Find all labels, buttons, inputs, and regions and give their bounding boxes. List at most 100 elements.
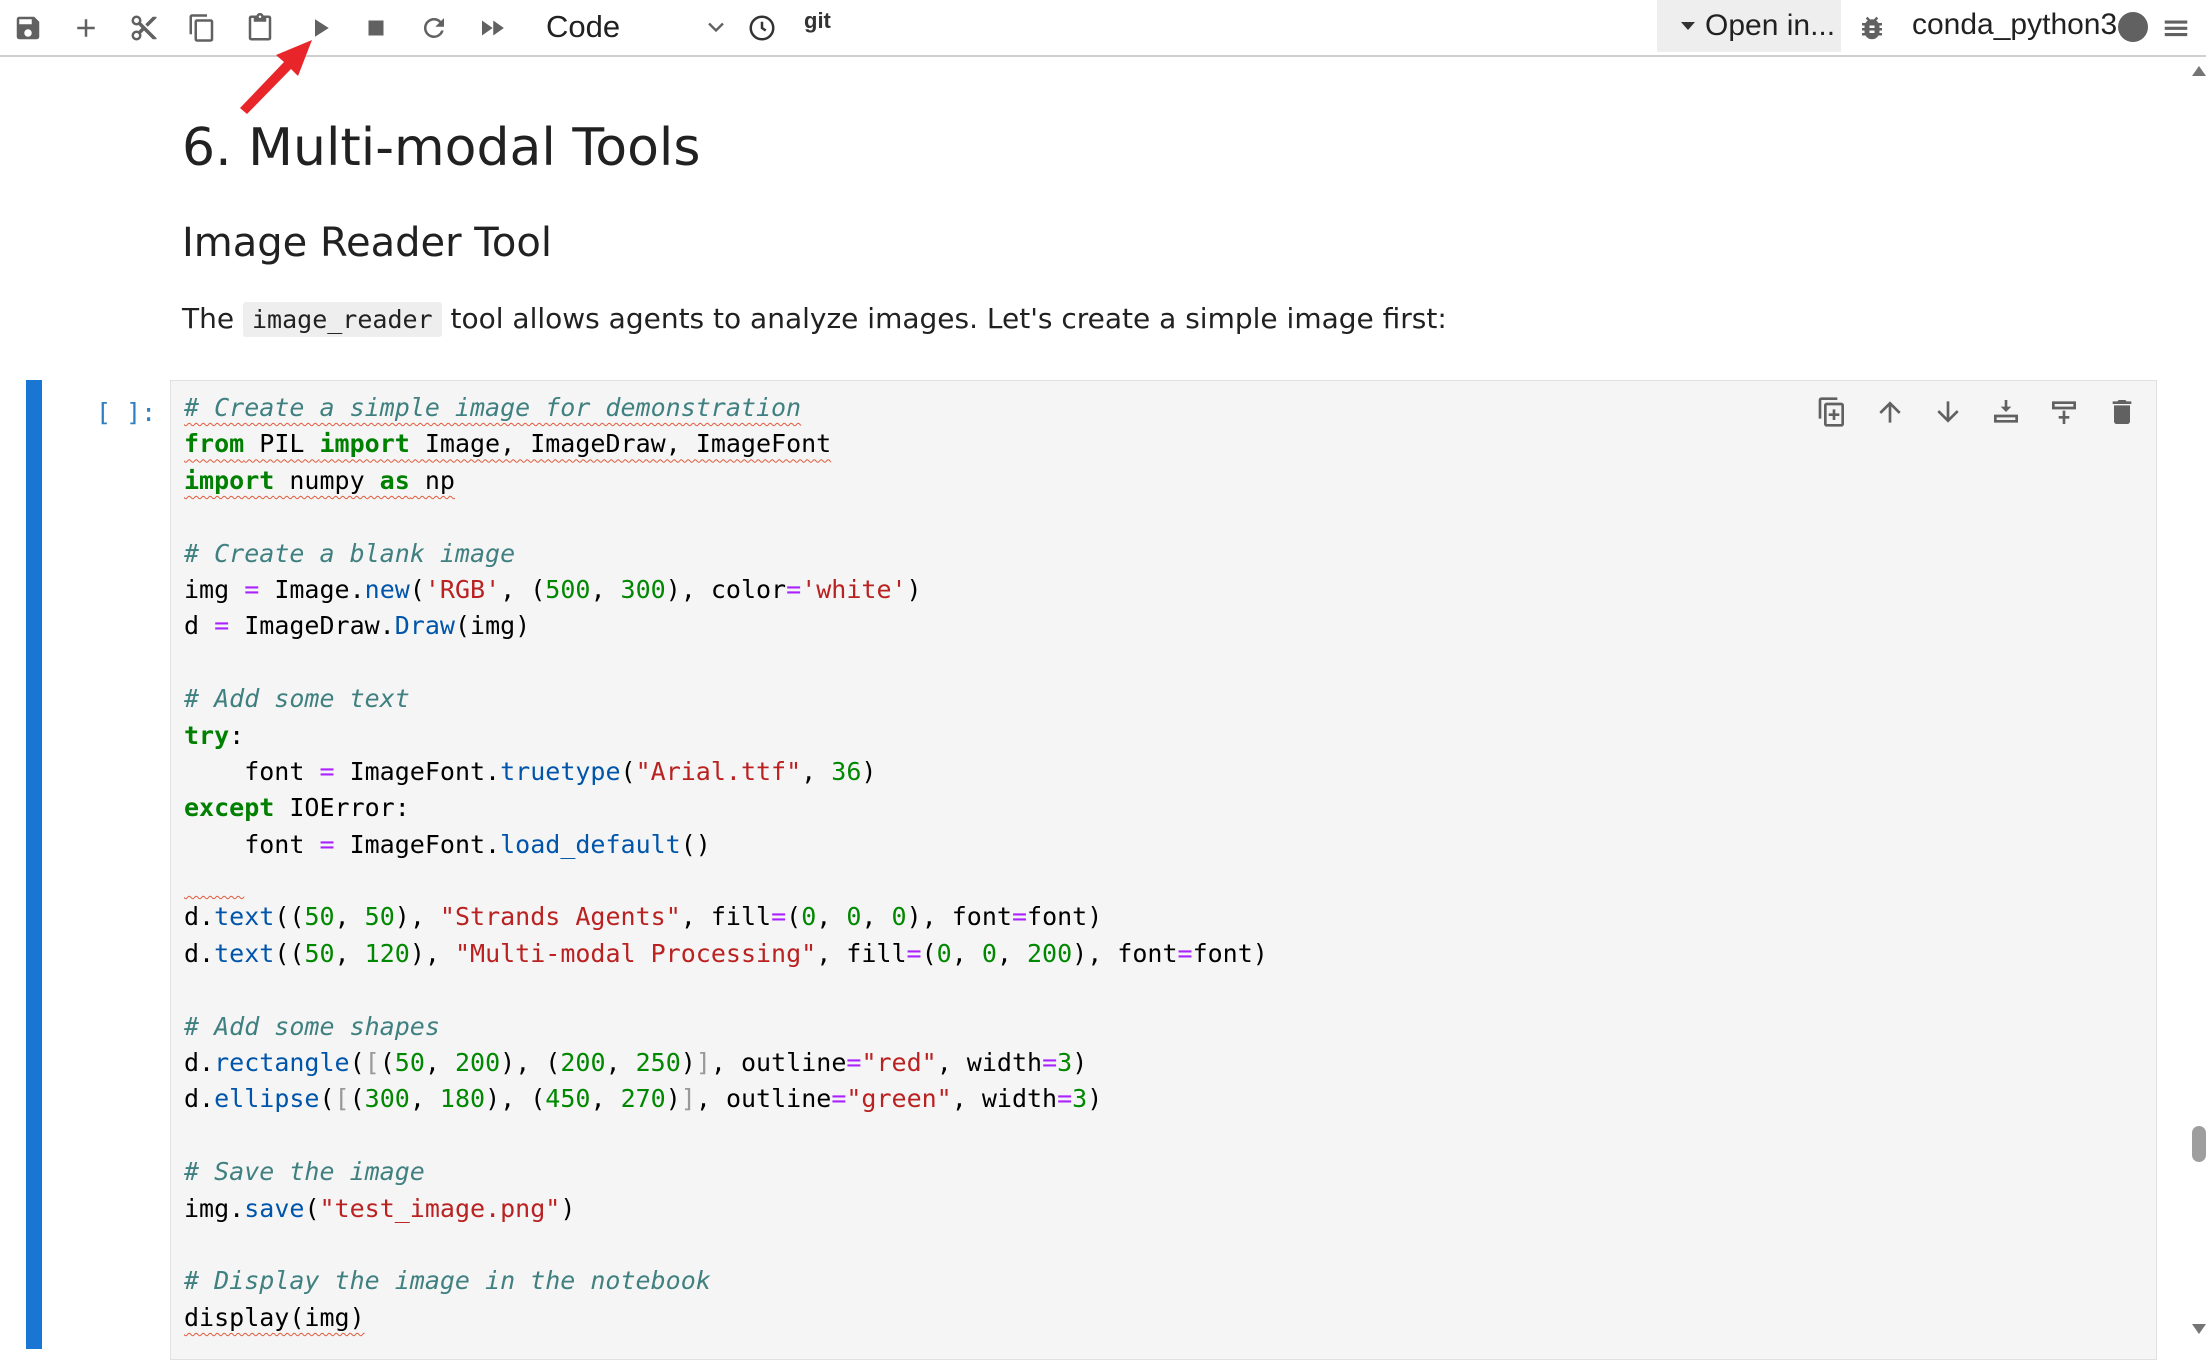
code-token: , <box>590 1084 621 1114</box>
code-token: numpy <box>274 465 380 495</box>
code-token: = <box>1057 1084 1073 1114</box>
paragraph-text-after: tool allows agents to analyze images. Le… <box>441 302 1447 335</box>
code-token: ), font <box>906 902 1012 932</box>
move-up-button[interactable] <box>1870 392 1910 432</box>
code-token: ( <box>304 1193 320 1223</box>
code-line: img.save("test_image.png") <box>184 1191 1268 1227</box>
run-all-button[interactable] <box>470 6 514 50</box>
code-token: import <box>184 465 275 495</box>
copy-button[interactable] <box>180 6 224 50</box>
insert-below-button[interactable] <box>2044 392 2084 432</box>
subsection-heading: Image Reader Tool <box>182 220 552 266</box>
code-line <box>184 863 1268 899</box>
code-token: try <box>184 720 230 750</box>
git-button[interactable]: git <box>804 8 831 34</box>
code-token: 'white' <box>801 574 907 604</box>
menu-icon <box>2164 20 2188 37</box>
code-line: font = ImageFont.load_default() <box>184 827 1268 863</box>
open-in-dropdown[interactable]: Open in... <box>1657 0 1841 52</box>
code-token: # Add some text <box>184 684 410 714</box>
code-token: ( <box>319 1084 335 1114</box>
code-token: PIL <box>244 429 320 459</box>
code-token: = <box>771 902 787 932</box>
code-token: ) <box>560 1193 576 1223</box>
code-line: try: <box>184 718 1268 754</box>
insert-cell-button[interactable] <box>64 6 108 50</box>
insert-above-button[interactable] <box>1986 392 2026 432</box>
code-token: = <box>846 1048 862 1078</box>
code-token: "test_image.png" <box>319 1193 561 1223</box>
history-button[interactable] <box>740 6 784 50</box>
stop-button[interactable] <box>354 6 398 50</box>
code-token: ImageFont. <box>334 829 501 859</box>
code-line: # Create a simple image for demonstratio… <box>184 390 1268 426</box>
code-token: img. <box>184 1193 245 1223</box>
restart-button[interactable] <box>412 6 456 50</box>
code-token: 200 <box>1026 938 1073 968</box>
code-line: d.rectangle([(50, 200), (200, 250)], out… <box>184 1045 1268 1081</box>
code-token: , <box>334 938 365 968</box>
code-token: img <box>184 574 245 604</box>
save-icon <box>16 16 40 40</box>
code-token: ), <box>409 938 455 968</box>
code-token: , <box>996 938 1027 968</box>
code-line: img = Image.new('RGB', (500, 300), color… <box>184 572 1268 608</box>
code-token: ( <box>379 1048 395 1078</box>
code-editor-content[interactable]: # Create a simple image for demonstratio… <box>184 390 1268 1336</box>
debugger-button[interactable] <box>1850 6 1894 50</box>
code-token: 450 <box>545 1084 591 1114</box>
code-token: ( <box>349 1048 365 1078</box>
menu-button[interactable] <box>2156 6 2196 50</box>
move-down-icon <box>1937 401 1959 423</box>
move-up-icon <box>1879 401 1901 423</box>
code-token: 180 <box>439 1084 486 1114</box>
code-token: d. <box>184 1084 215 1114</box>
scroll-down-arrow-icon[interactable] <box>2192 1324 2206 1334</box>
code-token: ellipse <box>214 1084 320 1114</box>
scrollbar-thumb[interactable] <box>2192 1126 2206 1162</box>
duplicate-cell-button[interactable] <box>1812 392 1852 432</box>
code-token: 250 <box>635 1048 681 1078</box>
code-token: Image, ImageDraw, ImageFont <box>409 429 832 459</box>
kernel-name[interactable]: conda_python3 <box>1912 8 2117 42</box>
stop-icon <box>368 20 384 36</box>
code-token: , <box>334 902 365 932</box>
code-token: ) <box>906 574 922 604</box>
code-token: from <box>184 429 245 459</box>
code-token: = <box>214 611 230 641</box>
save-button[interactable] <box>6 6 50 50</box>
code-token: font <box>184 829 320 859</box>
code-token: display(img) <box>184 1302 365 1332</box>
cut-button[interactable] <box>122 6 166 50</box>
section-heading: 6. Multi-modal Tools <box>182 118 701 178</box>
caret-down-icon <box>1681 22 1695 30</box>
code-token: # Create a simple image for demonstratio… <box>184 393 802 422</box>
cell-type-dropdown[interactable]: Code <box>530 4 730 50</box>
copy-icon <box>189 14 214 42</box>
clock-icon <box>749 15 775 41</box>
code-token: new <box>364 574 410 604</box>
delete-cell-button[interactable] <box>2102 392 2142 432</box>
code-token: d <box>184 611 215 641</box>
code-line: # Save the image <box>184 1154 1268 1190</box>
code-token: = <box>1177 938 1193 968</box>
markdown-paragraph: The image_reader tool allows agents to a… <box>182 302 1447 337</box>
code-token: "Multi-modal Processing" <box>454 938 817 968</box>
code-token: 3 <box>1057 1048 1073 1078</box>
code-line: from PIL import Image, ImageDraw, ImageF… <box>184 426 1268 462</box>
move-down-button[interactable] <box>1928 392 1968 432</box>
code-token: , <box>605 1048 636 1078</box>
code-token: font <box>184 756 320 786</box>
code-token: 50 <box>394 1048 425 1078</box>
code-line: # Display the image in the notebook <box>184 1263 1268 1299</box>
code-token: font) <box>1192 938 1268 968</box>
code-token: save <box>244 1193 305 1223</box>
fast-forward-icon <box>482 20 504 36</box>
code-token: = <box>244 574 260 604</box>
chevron-down-icon <box>708 22 724 33</box>
code-token: , <box>590 574 621 604</box>
scroll-up-arrow-icon[interactable] <box>2192 66 2206 76</box>
cut-icon <box>131 15 157 41</box>
code-token: ] <box>695 1048 711 1078</box>
